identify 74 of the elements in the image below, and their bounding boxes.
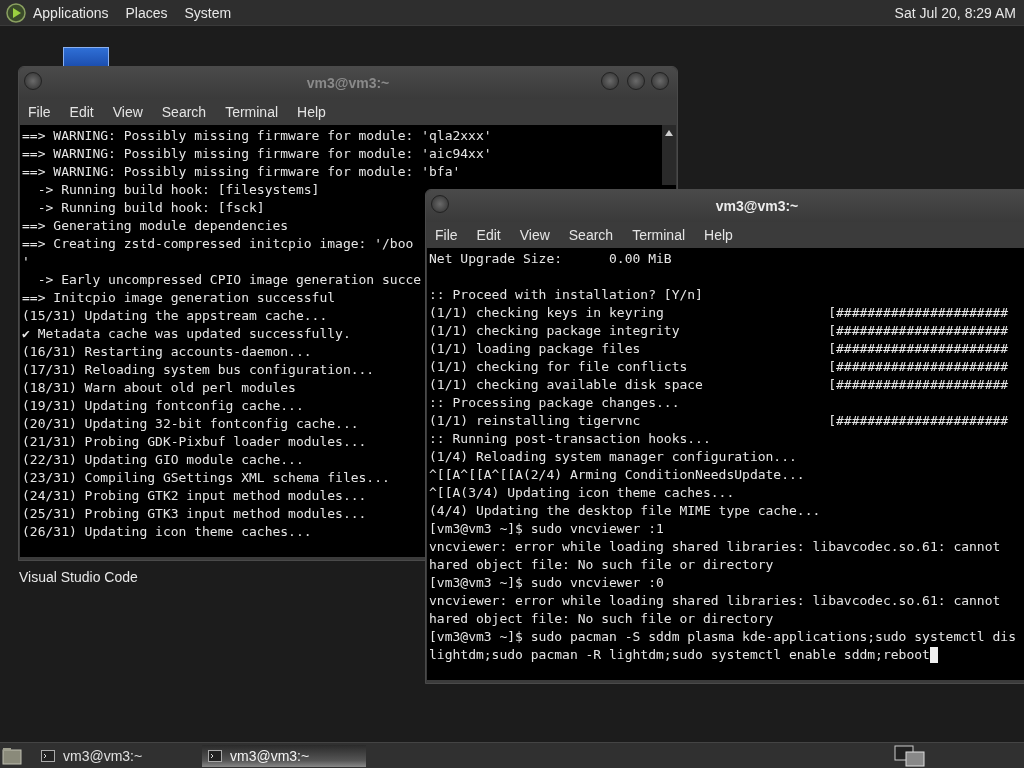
progress-text: [###################### bbox=[828, 376, 1009, 394]
terminal-icon bbox=[208, 749, 222, 762]
terminal-line: hared object file: No such file or directory bbox=[429, 556, 774, 574]
taskbar-button[interactable]: vm3@vm3:~ bbox=[202, 744, 366, 767]
progress-text: [###################### bbox=[828, 358, 1009, 376]
terminal-line: lightdm;sudo pacman -R lightdm;sudo systemctl enable sddm;reboot bbox=[429, 646, 930, 664]
menu-item[interactable]: Help bbox=[704, 227, 733, 243]
terminal-line: ==> WARNING: Possibly missing firmware for module: 'qla2xxx' bbox=[22, 127, 492, 145]
terminal-line: -> Running build hook: [filesystems] bbox=[36, 181, 320, 199]
terminal-line: vncviewer: error while loading shared libraries: libavcodec.so.61: cannot bbox=[429, 592, 1001, 610]
terminal-line: :: Processing package changes... bbox=[429, 394, 680, 412]
terminal-line: :: Proceed with installation? [Y/n] bbox=[429, 286, 703, 304]
terminal-line: ' bbox=[22, 253, 30, 271]
clock[interactable]: Sat Jul 20, 8:29 AM bbox=[894, 4, 1016, 21]
progress-text: [###################### bbox=[828, 412, 1009, 430]
progress-text: [###################### bbox=[828, 304, 1009, 322]
terminal-line: (21/31) Probing GDK-Pixbuf loader modules... bbox=[22, 433, 367, 451]
terminal-line: -> Early uncompressed CPIO image generation succe bbox=[36, 271, 422, 289]
terminal-line: (1/1) checking available disk space bbox=[429, 376, 704, 394]
menu-item[interactable]: File bbox=[435, 227, 458, 243]
terminal-line: ==> WARNING: Possibly missing firmware for module: 'aic94xx' bbox=[22, 145, 492, 163]
terminal-line: vncviewer: error while loading shared libraries: libavcodec.so.61: cannot bbox=[429, 538, 1001, 556]
terminal-line: (16/31) Restarting accounts-daemon... bbox=[22, 343, 312, 361]
logo-icon[interactable] bbox=[5, 1, 27, 24]
text-cursor bbox=[929, 647, 938, 663]
terminal-line: Net Upgrade Size: 0.00 MiB bbox=[429, 250, 672, 268]
window-button-icon[interactable] bbox=[431, 195, 449, 213]
menu-item[interactable]: View bbox=[519, 227, 550, 243]
terminal-line: ==> Creating zstd-compressed initcpio image: '/boo bbox=[22, 235, 414, 253]
workspace-icon[interactable] bbox=[894, 744, 926, 767]
desktop-icon-label[interactable]: Visual Studio Code bbox=[19, 569, 138, 585]
terminal-line: [vm3@vm3 ~]$ sudo vncviewer :0 bbox=[429, 574, 664, 592]
terminal-icon bbox=[41, 749, 55, 762]
terminal-line: (1/1) checking keys in keyring bbox=[429, 304, 665, 322]
terminal-line: (15/31) Updating the appstream cache... bbox=[22, 307, 328, 325]
panel-menu[interactable]: Applications bbox=[33, 4, 109, 21]
app-icon[interactable] bbox=[63, 47, 109, 67]
progress-text: [###################### bbox=[828, 340, 1009, 358]
terminal-line: hared object file: No such file or directory bbox=[429, 610, 774, 628]
terminal-line: (26/31) Updating icon theme caches... bbox=[22, 523, 312, 541]
terminal-line: (22/31) Updating GIO module cache... bbox=[22, 451, 304, 469]
terminal-line: -> Running build hook: [fsck] bbox=[36, 199, 265, 217]
window-title: vm3@vm3:~ bbox=[715, 198, 799, 214]
panel-menu[interactable]: System bbox=[184, 4, 232, 21]
terminal-line: ==> WARNING: Possibly missing firmware for module: 'bfa' bbox=[22, 163, 461, 181]
progress-text: [###################### bbox=[828, 322, 1009, 340]
terminal-line: (1/1) reinstalling tigervnc bbox=[429, 412, 642, 430]
terminal-line: (1/4) Reloading system manager configuration... bbox=[429, 448, 797, 466]
terminal-line: (20/31) Updating 32-bit fontconfig cache... bbox=[22, 415, 359, 433]
terminal-line: (4/4) Updating the desktop file MIME type cache... bbox=[429, 502, 821, 520]
panel-menu[interactable]: Places bbox=[125, 4, 168, 21]
terminal-line: (24/31) Probing GTK2 input method modules... bbox=[22, 487, 367, 505]
terminal-line: ^[[A(3/4) Updating icon theme caches... bbox=[429, 484, 735, 502]
terminal-line: (18/31) Warn about old perl modules bbox=[22, 379, 296, 397]
menu-item[interactable]: Terminal bbox=[632, 227, 686, 243]
terminal-line: ==> Generating module dependencies bbox=[22, 217, 289, 235]
menu-item[interactable]: Search bbox=[568, 227, 614, 243]
terminal-line: (23/31) Compiling GSettings XML schema files... bbox=[22, 469, 390, 487]
terminal-line: (1/1) checking package integrity bbox=[429, 322, 681, 340]
terminal-line: [vm3@vm3 ~]$ sudo pacman -S sddm plasma kde-applications;sudo systemctl dis bbox=[429, 628, 1016, 646]
terminal-line: :: Running post-transaction hooks... bbox=[429, 430, 711, 448]
folder-icon[interactable] bbox=[2, 746, 22, 765]
window-title: vm3@vm3:~ bbox=[306, 75, 390, 91]
menu-item[interactable]: Edit bbox=[476, 227, 501, 243]
terminal-line: [vm3@vm3 ~]$ sudo vncviewer :1 bbox=[429, 520, 664, 538]
scroll-up-icon[interactable] bbox=[664, 129, 674, 137]
terminal-line: (17/31) Reloading system bus configuration... bbox=[22, 361, 375, 379]
terminal-line: ✔ Metadata cache was updated successfully. bbox=[22, 325, 351, 343]
terminal-line: (1/1) checking for file conflicts bbox=[429, 358, 689, 376]
terminal-line: (1/1) loading package files bbox=[429, 340, 642, 358]
terminal-line: ^[[A^[[A^[[A(2/4) Arming ConditionNeedsUpdate... bbox=[429, 466, 805, 484]
terminal-line: ==> Initcpio image generation successful bbox=[22, 289, 336, 307]
terminal-line: (19/31) Updating fontconfig cache... bbox=[22, 397, 304, 415]
terminal-line: (25/31) Probing GTK3 input method modules... bbox=[22, 505, 367, 523]
